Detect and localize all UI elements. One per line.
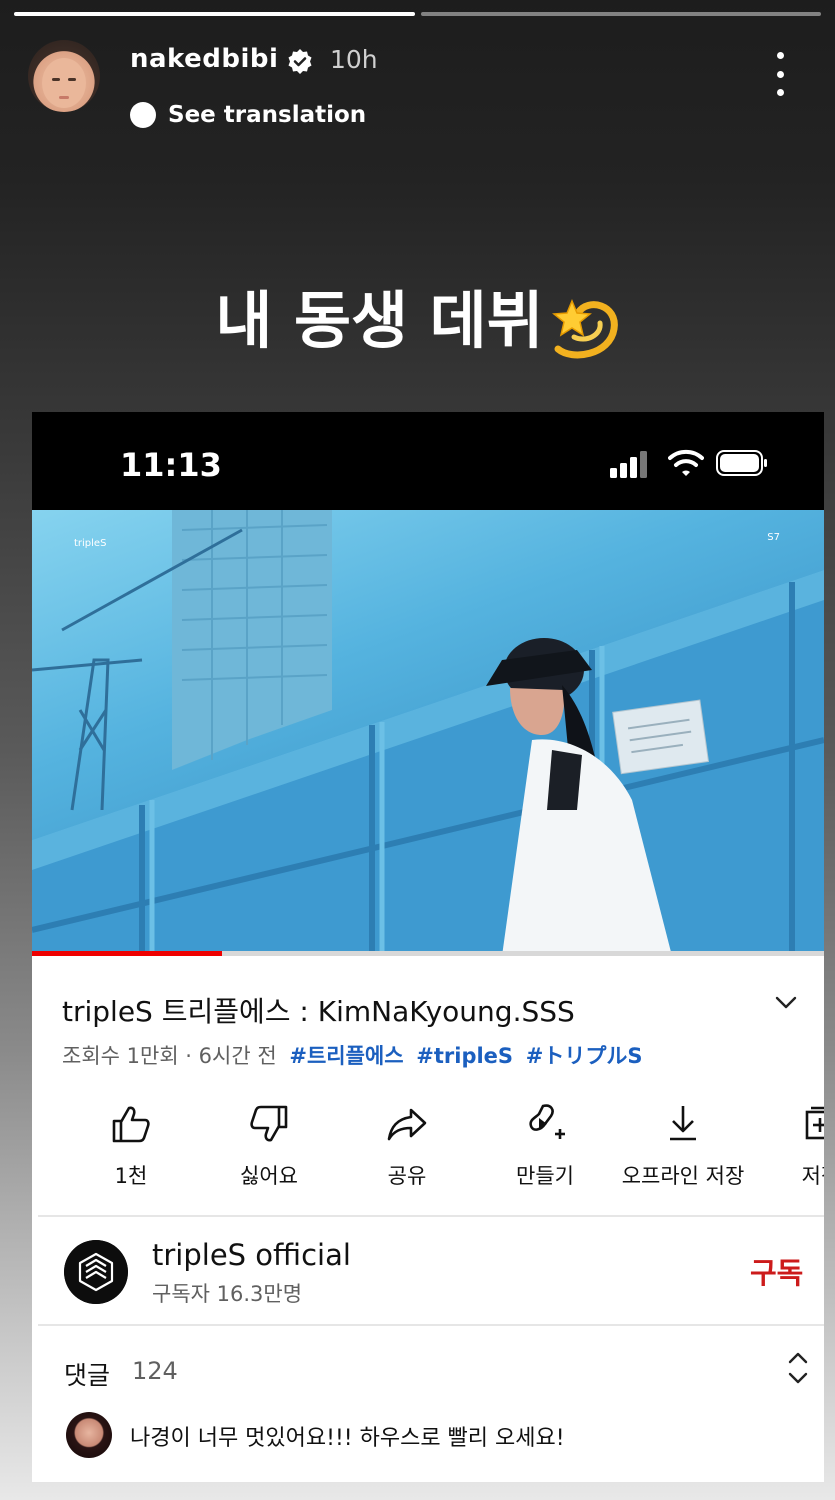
like-count: 1천 [114,1164,148,1188]
phone-screenshot: 11:13 tripleS S7 tripleS 트리플에스: KimNaKy… [32,412,824,1482]
thumbs-down-icon [250,1105,288,1142]
channel-avatar[interactable] [64,1240,128,1304]
more-options-icon[interactable] [770,52,790,96]
download-button[interactable]: 오프라인 저장 [618,1102,748,1190]
story-progress-segment-2 [420,12,821,16]
action-bar: 1천 싫어요 공유 만들기 오프라인 저장 저 [32,1102,824,1202]
video-progress-bar[interactable] [32,951,824,956]
thumbs-up-icon [112,1106,150,1143]
save-icon [805,1106,824,1140]
video-thumbnail [32,510,824,956]
create-button[interactable]: 만들기 [480,1102,610,1190]
share-icon [387,1108,427,1141]
subscriber-count: 구독자 16.3만명 [152,1282,303,1306]
username[interactable]: nakedbibi [130,44,278,74]
dislike-button[interactable]: 싫어요 [204,1102,334,1190]
top-comment-text: 나경이 너무 멋있어요!!! 하우스로 빨리 오세요! [130,1426,565,1451]
download-label: 오프라인 저장 [621,1164,745,1188]
video-meta: 조회수 1만회 · 6시간 전 #트리플에스 #tripleS #トリプルS [62,1040,642,1070]
divider [38,1215,824,1217]
save-button[interactable]: 저장 [756,1102,824,1190]
hashtag-2[interactable]: #tripleS [416,1044,513,1068]
status-bar: 11:13 [32,412,824,510]
video-player[interactable]: tripleS S7 [32,510,824,956]
comments-count: 124 [132,1357,178,1385]
save-label: 저장 [801,1164,824,1188]
dislike-label: 싫어요 [240,1164,298,1188]
like-button[interactable]: 1천 [66,1102,196,1190]
chevron-down-icon[interactable] [774,992,798,1012]
caption-text: 내 동생 데뷔 [215,284,544,357]
hashtag-3[interactable]: #トリプルS [526,1044,643,1068]
share-label: 공유 [387,1164,427,1188]
channel-name[interactable]: tripleS official [152,1238,351,1272]
download-icon [670,1106,696,1141]
story-caption: 내 동생 데뷔 [0,270,835,361]
video-progress-fill [32,951,223,956]
share-button[interactable]: 공유 [342,1102,472,1190]
divider [38,1324,824,1326]
verified-badge-icon [288,49,312,74]
wifi-icon [668,449,704,476]
remix-icon [529,1104,565,1139]
video-watermark-left: tripleS [74,538,107,549]
video-watermark-right: S7 [767,532,780,543]
profile-avatar[interactable] [28,40,100,112]
comments-label[interactable]: 댓글 [64,1356,110,1392]
story-progress [14,12,821,16]
story-progress-segment-1 [14,12,415,16]
expand-collapse-icon[interactable] [786,1348,810,1388]
translation-bubble-icon [130,102,156,128]
hashtag-1[interactable]: #트리플에스 [289,1044,403,1068]
cellular-signal-icon [610,451,647,478]
see-translation-button[interactable]: See translation [130,102,366,128]
views-and-date: 조회수 1만회 · 6시간 전 [62,1044,277,1068]
video-title[interactable]: tripleS 트리플에스 : KimNaKyoung.SSS [62,990,575,1030]
battery-icon [716,450,767,476]
subscribe-button[interactable]: 구독 [750,1250,803,1292]
create-label: 만들기 [516,1164,574,1188]
dizzy-star-icon [551,298,618,359]
see-translation-label: See translation [168,102,367,128]
post-time: 10h [330,45,378,74]
commenter-avatar[interactable] [66,1412,112,1458]
status-time: 11:13 [120,446,222,484]
